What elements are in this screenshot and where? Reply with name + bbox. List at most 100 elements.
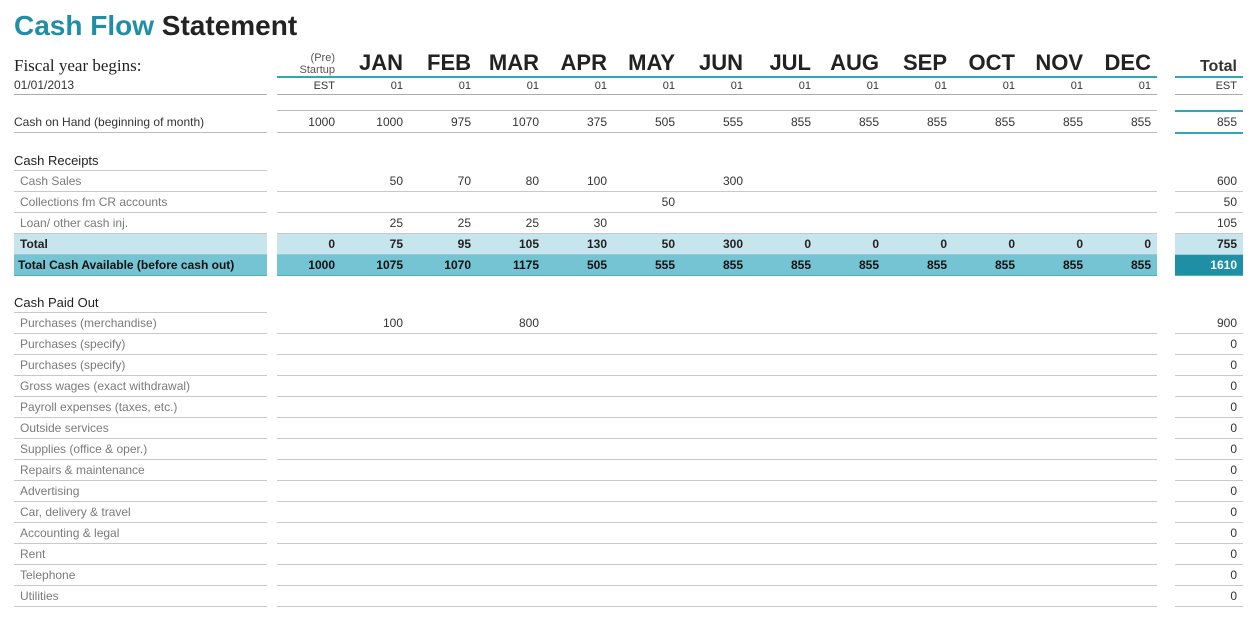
cell[interactable]: [613, 376, 681, 397]
cell[interactable]: [885, 334, 953, 355]
cell[interactable]: [613, 481, 681, 502]
cell[interactable]: [1089, 212, 1157, 233]
cell[interactable]: [409, 397, 477, 418]
cell[interactable]: [749, 397, 817, 418]
cell[interactable]: [1021, 586, 1089, 607]
cell[interactable]: [885, 460, 953, 481]
cell[interactable]: [341, 586, 409, 607]
cell[interactable]: [1021, 212, 1089, 233]
cell[interactable]: [277, 586, 341, 607]
cell[interactable]: [885, 376, 953, 397]
cell[interactable]: [1021, 523, 1089, 544]
cell[interactable]: [545, 502, 613, 523]
cell[interactable]: 855: [749, 111, 817, 133]
cell[interactable]: [409, 418, 477, 439]
cell[interactable]: [817, 355, 885, 376]
cell[interactable]: [1089, 586, 1157, 607]
cell[interactable]: [545, 397, 613, 418]
cell[interactable]: [277, 170, 341, 191]
cell[interactable]: [1089, 523, 1157, 544]
cell[interactable]: [1089, 502, 1157, 523]
cell[interactable]: 1070: [477, 111, 545, 133]
cell[interactable]: [817, 502, 885, 523]
cell[interactable]: [545, 418, 613, 439]
cell[interactable]: [1021, 460, 1089, 481]
cell[interactable]: 1000: [277, 111, 341, 133]
cell[interactable]: [613, 170, 681, 191]
cell[interactable]: [749, 481, 817, 502]
cell[interactable]: [749, 191, 817, 212]
cell[interactable]: [545, 439, 613, 460]
cell[interactable]: [953, 523, 1021, 544]
cell[interactable]: [817, 523, 885, 544]
cell[interactable]: [681, 565, 749, 586]
cell[interactable]: 50: [341, 170, 409, 191]
cell[interactable]: [277, 355, 341, 376]
cell[interactable]: [341, 481, 409, 502]
cell[interactable]: [1021, 334, 1089, 355]
cell[interactable]: [613, 334, 681, 355]
cell[interactable]: [409, 439, 477, 460]
cell[interactable]: [681, 544, 749, 565]
cell[interactable]: [1021, 418, 1089, 439]
cell[interactable]: [681, 191, 749, 212]
cell[interactable]: [545, 376, 613, 397]
cell[interactable]: [749, 418, 817, 439]
cell[interactable]: [885, 544, 953, 565]
cell[interactable]: [953, 544, 1021, 565]
cell[interactable]: 1000: [341, 111, 409, 133]
cell[interactable]: [953, 502, 1021, 523]
cell[interactable]: [613, 397, 681, 418]
cell[interactable]: [681, 355, 749, 376]
cell[interactable]: [341, 397, 409, 418]
cell[interactable]: [749, 212, 817, 233]
cell[interactable]: [613, 439, 681, 460]
cell[interactable]: [681, 376, 749, 397]
cell[interactable]: [613, 502, 681, 523]
cell[interactable]: [817, 586, 885, 607]
cell[interactable]: 375: [545, 111, 613, 133]
cell[interactable]: 855: [885, 111, 953, 133]
cell[interactable]: [953, 481, 1021, 502]
cell[interactable]: [1021, 376, 1089, 397]
cell[interactable]: [681, 481, 749, 502]
cell[interactable]: [341, 460, 409, 481]
cell[interactable]: [341, 502, 409, 523]
cell[interactable]: [1021, 170, 1089, 191]
cell[interactable]: [277, 191, 341, 212]
cell[interactable]: [409, 502, 477, 523]
cell[interactable]: [885, 170, 953, 191]
cell[interactable]: [681, 586, 749, 607]
cell[interactable]: [817, 565, 885, 586]
cell[interactable]: [613, 565, 681, 586]
cell[interactable]: [409, 523, 477, 544]
cell[interactable]: 855: [1089, 111, 1157, 133]
cell[interactable]: [817, 460, 885, 481]
cell[interactable]: [341, 418, 409, 439]
cell[interactable]: 800: [477, 313, 545, 334]
cell[interactable]: [1021, 355, 1089, 376]
cell[interactable]: [409, 313, 477, 334]
cell[interactable]: [1021, 544, 1089, 565]
cell[interactable]: [817, 334, 885, 355]
cell[interactable]: [953, 397, 1021, 418]
cell[interactable]: [817, 481, 885, 502]
cell[interactable]: [817, 418, 885, 439]
cell[interactable]: [817, 544, 885, 565]
cell[interactable]: 25: [341, 212, 409, 233]
cell[interactable]: [953, 565, 1021, 586]
cell[interactable]: [409, 191, 477, 212]
cell[interactable]: 25: [477, 212, 545, 233]
cell[interactable]: [409, 460, 477, 481]
cell[interactable]: 100: [341, 313, 409, 334]
cell[interactable]: [477, 523, 545, 544]
cell[interactable]: [1089, 355, 1157, 376]
cell[interactable]: [885, 355, 953, 376]
cell[interactable]: [1021, 397, 1089, 418]
cell[interactable]: [885, 481, 953, 502]
cell[interactable]: [545, 586, 613, 607]
cell[interactable]: [1089, 460, 1157, 481]
cell[interactable]: 555: [681, 111, 749, 133]
cell[interactable]: [613, 418, 681, 439]
cell[interactable]: [885, 418, 953, 439]
